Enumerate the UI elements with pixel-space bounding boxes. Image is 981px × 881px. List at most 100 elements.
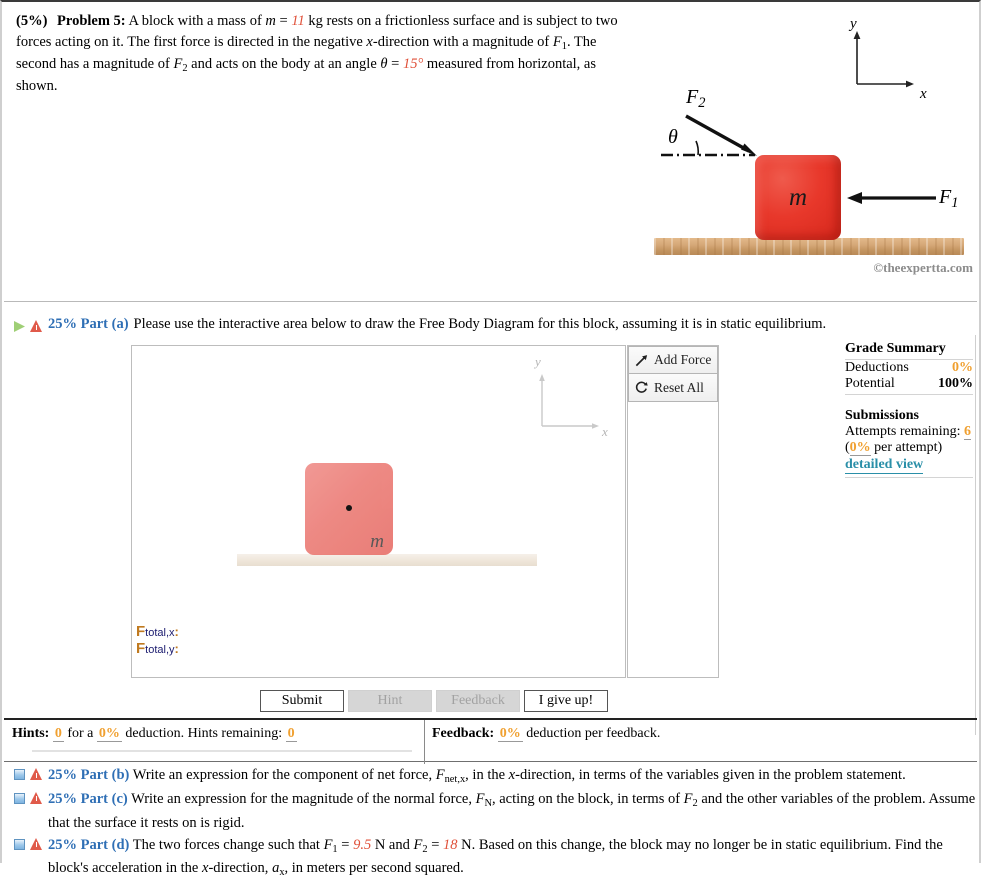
part-b-mid: , in the xyxy=(465,767,509,783)
grade-summary-divider xyxy=(975,335,976,735)
canvas-block[interactable]: m xyxy=(305,463,393,555)
canvas-block-center-dot xyxy=(346,505,352,511)
part-c-percent-label: 25% Part (c) xyxy=(48,790,128,807)
eq-sign-1: = xyxy=(275,13,292,29)
canvas-axis-y-label: y xyxy=(535,354,541,369)
fbd-canvas[interactable]: y x m Ftotal,x: Ftotal,y: xyxy=(131,345,626,678)
hints-section: Hints: 0 for a 0% deduction. Hints remai… xyxy=(12,726,422,742)
grade-summary-title: Grade Summary xyxy=(845,341,946,356)
warning-triangle-icon xyxy=(30,791,43,804)
part-a-prompt: Please use the interactive area below to… xyxy=(133,316,827,332)
deductions-label: Deductions xyxy=(845,360,909,375)
attempts-remaining-label: Attempts remaining: xyxy=(845,424,961,439)
attempts-remaining-row: Attempts remaining: 6 xyxy=(845,424,973,440)
figure-force1-label: F1 xyxy=(939,186,959,212)
hints-mid-text: for a xyxy=(67,726,94,741)
part-b-pre: Write an expression for the component of… xyxy=(132,767,436,783)
submissions-title: Submissions xyxy=(845,408,919,423)
part-c-force2-symbol: F xyxy=(683,790,693,807)
potential-label: Potential xyxy=(845,376,895,391)
canvas-block-mass-label: m xyxy=(370,531,384,552)
hints-feedback-divider xyxy=(424,720,425,764)
eq-sign-2: = xyxy=(387,56,403,73)
mass-value: 11 xyxy=(291,13,305,29)
part-c-normal-force-subscript: N xyxy=(484,797,492,809)
expand-square-icon[interactable] xyxy=(14,838,25,850)
part-b-percent-label: 25% Part (b) xyxy=(48,767,130,783)
figure-theta-label: θ xyxy=(668,126,678,148)
grade-summary-panel: Grade Summary Deductions 0% Potential 10… xyxy=(845,341,973,478)
warning-triangle-icon xyxy=(30,837,43,850)
expand-square-icon[interactable] xyxy=(14,769,25,780)
detailed-view-link[interactable]: detailed view xyxy=(845,457,924,474)
figure-block: m xyxy=(755,155,841,240)
reset-all-button[interactable]: Reset All xyxy=(628,374,718,402)
fbd-tool-panel: Add Force Reset All xyxy=(627,345,719,678)
stmt-part-5: and acts on the body at an angle xyxy=(187,56,381,73)
feedback-button[interactable]: Feedback xyxy=(436,690,520,712)
ftotal-readout: Ftotal,x: Ftotal,y: xyxy=(136,623,179,658)
attempts-remaining-value: 6 xyxy=(963,424,971,440)
ftotal-x-symbol: F xyxy=(136,623,146,640)
mass-symbol: m xyxy=(265,13,276,29)
force2-symbol: F xyxy=(173,56,183,73)
feedback-label: Feedback: xyxy=(432,726,495,741)
part-b-body: 25% Part (b) Write an expression for the… xyxy=(48,764,977,788)
part-c-pre: Write an expression for the magnitude of… xyxy=(131,790,476,807)
figure-ground-surface xyxy=(654,238,964,255)
part-b-force-symbol: F xyxy=(435,767,445,783)
figure-block-mass-label: m xyxy=(788,183,808,211)
give-up-button[interactable]: I give up! xyxy=(524,690,608,712)
hints-feedback-bar: Hints: 0 for a 0% deduction. Hints remai… xyxy=(4,718,977,764)
part-c-mid: , acting on the block, in terms of xyxy=(491,790,684,807)
per-attempt-row: (0% per attempt) xyxy=(845,440,973,456)
part-d-mid-1: N and xyxy=(371,836,414,853)
part-c-row[interactable]: 25% Part (c) Write an expression for the… xyxy=(14,788,977,834)
ftotal-y-colon: : xyxy=(174,640,179,656)
arrow-up-right-icon xyxy=(635,354,648,366)
ftotal-x-subscript: total,x xyxy=(145,627,175,639)
per-attempt-text: per attempt) xyxy=(870,440,943,455)
part-d-row[interactable]: 25% Part (d) The two forces change such … xyxy=(14,834,977,881)
feedback-section: Feedback: 0% deduction per feedback. xyxy=(432,726,660,742)
expand-square-icon[interactable] xyxy=(14,792,25,804)
theta-value: 15° xyxy=(402,56,424,73)
problem-statement-text: (5%) Problem 5: A block with a mass of m… xyxy=(16,11,636,97)
hint-button[interactable]: Hint xyxy=(348,690,432,712)
part-b-post: -direction, in terms of the variables gi… xyxy=(515,767,906,783)
theta-symbol: θ xyxy=(380,56,388,73)
add-force-button[interactable]: Add Force xyxy=(628,346,718,374)
part-d-eq-1: = xyxy=(337,836,354,853)
part-d-eq-2: = xyxy=(427,836,444,853)
canvas-axis-x-label: x xyxy=(602,424,608,439)
submit-button[interactable]: Submit xyxy=(260,690,344,712)
ftotal-x-row: Ftotal,x: xyxy=(136,623,179,641)
potential-value: 100% xyxy=(938,376,973,391)
problem-weight: (5%) xyxy=(16,13,48,29)
fbd-interactive-area: y x m Ftotal,x: Ftotal,y: Add Force Rese… xyxy=(131,345,719,678)
part-d-pre: The two forces change such that xyxy=(132,836,324,853)
hints-underline-rule xyxy=(32,750,412,752)
warning-triangle-icon xyxy=(30,768,43,780)
force1-symbol: F xyxy=(552,34,562,51)
feedback-percent-value: 0% xyxy=(497,726,523,742)
part-d-force1-value: 9.5 xyxy=(353,836,372,853)
part-b-force-subscript: net,x xyxy=(444,773,466,785)
play-triangle-icon[interactable] xyxy=(14,321,25,332)
part-a-percent-label: 25% Part (a) xyxy=(48,316,129,332)
ftotal-x-colon: : xyxy=(174,624,179,639)
part-a-header: 25% Part (a) Please use the interactive … xyxy=(4,312,977,333)
problem-statement-section: (5%) Problem 5: A block with a mass of m… xyxy=(4,4,977,302)
part-b-row[interactable]: 25% Part (b) Write an expression for the… xyxy=(14,764,977,788)
grade-row-potential: Potential 100% xyxy=(845,376,973,392)
hints-count[interactable]: 0 xyxy=(52,726,64,742)
copyright-notice: ©theexpertta.com xyxy=(873,260,973,275)
add-force-label: Add Force xyxy=(654,352,712,367)
hints-after-text: deduction. Hints remaining: xyxy=(125,726,283,741)
figure-force2-label: F2 xyxy=(686,86,706,112)
warning-triangle-icon xyxy=(30,320,43,332)
ftotal-y-row: Ftotal,y: xyxy=(136,640,179,658)
part-a-section: 25% Part (a) Please use the interactive … xyxy=(4,312,977,333)
part-d-percent-label: 25% Part (d) xyxy=(48,836,130,853)
problem-title: Problem 5: xyxy=(57,13,126,29)
